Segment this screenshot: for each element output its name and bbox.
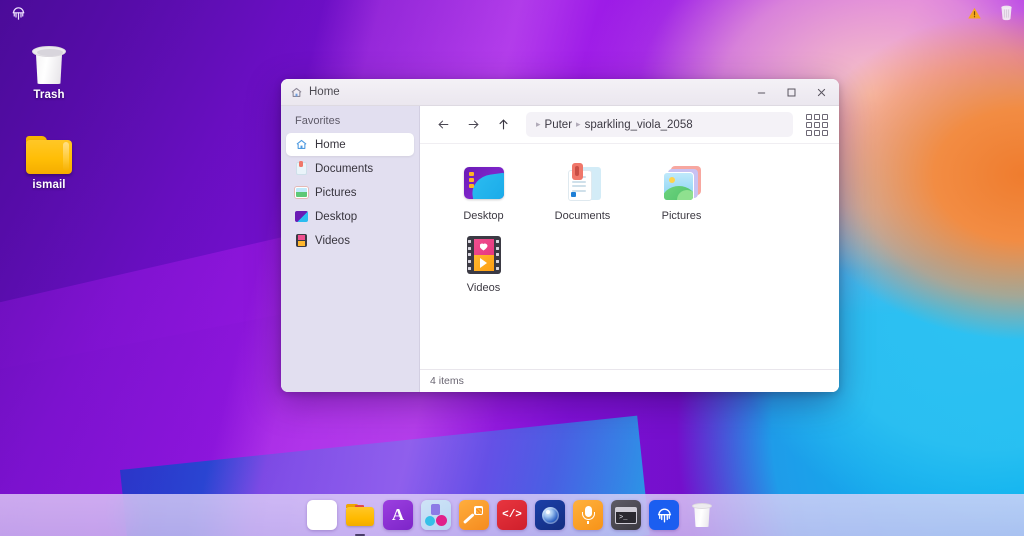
file-grid[interactable]: Desktop Documents Pictures Videos — [420, 144, 839, 369]
breadcrumb-separator: ▸ — [576, 119, 581, 129]
minimize-button[interactable] — [747, 81, 775, 103]
desktop-folder-icon — [463, 162, 505, 204]
desktop[interactable]: Trash ismail Home Favorites Home Documen… — [0, 0, 1024, 536]
close-button[interactable] — [807, 81, 835, 103]
grid-view-icon[interactable] — [803, 111, 831, 139]
breadcrumb-item-current[interactable]: sparkling_viola_2058 — [585, 119, 693, 131]
app-letter: A — [391, 505, 405, 524]
file-item-label: Pictures — [661, 210, 702, 222]
text-editor-icon: A — [383, 500, 413, 530]
folder-icon — [345, 500, 375, 530]
file-item-label: Documents — [554, 210, 611, 222]
documents-folder-icon — [562, 162, 604, 204]
maximize-button[interactable] — [777, 81, 805, 103]
taskbar-recorder-app[interactable] — [573, 500, 603, 530]
terminal-icon: >_ — [611, 500, 641, 530]
window-titlebar[interactable]: Home — [281, 79, 839, 106]
taskbar-word-editor[interactable]: A — [383, 500, 413, 530]
file-manager-window[interactable]: Home Favorites Home Documents Pictures D… — [281, 79, 839, 392]
window-title: Home — [309, 86, 340, 98]
sidebar-item-documents[interactable]: Documents — [286, 157, 414, 180]
taskbar-paint-app[interactable] — [459, 500, 489, 530]
trash-icon[interactable] — [997, 4, 1015, 22]
window-controls — [747, 81, 835, 103]
file-item-desktop[interactable]: Desktop — [434, 158, 533, 230]
home-icon — [294, 138, 308, 152]
breadcrumb[interactable]: ▸ Puter ▸ sparkling_viola_2058 — [526, 112, 793, 137]
pictures-icon — [294, 186, 308, 200]
desktop-icon-label: ismail — [32, 179, 66, 191]
sidebar-header: Favorites — [295, 115, 341, 127]
sidebar: Favorites Home Documents Pictures Deskto… — [281, 106, 420, 392]
file-item-label: Desktop — [463, 210, 504, 222]
apps-grid-icon — [307, 500, 337, 530]
sidebar-item-label: Desktop — [315, 210, 358, 223]
file-item-label: Videos — [466, 282, 501, 294]
taskbar-camera-app[interactable] — [535, 500, 565, 530]
puter-logo-icon[interactable] — [9, 4, 27, 22]
shapes-icon — [421, 500, 451, 530]
documents-icon — [294, 161, 308, 176]
up-button[interactable] — [490, 112, 516, 138]
trash-icon — [687, 500, 717, 530]
microphone-icon — [573, 500, 603, 530]
taskbar-puter-app[interactable] — [649, 500, 679, 530]
desktop-icon-trash[interactable]: Trash — [6, 36, 92, 101]
sidebar-item-label: Videos — [315, 234, 350, 247]
sidebar-item-videos[interactable]: Videos — [286, 229, 414, 252]
taskbar-file-manager[interactable] — [345, 500, 375, 536]
code-glyph: </> — [502, 509, 522, 521]
breadcrumb-item-puter[interactable]: Puter — [545, 119, 573, 131]
status-bar: 4 items — [420, 369, 839, 392]
taskbar-shapes-app[interactable] — [421, 500, 451, 530]
videos-icon — [294, 234, 308, 248]
sidebar-item-label: Documents — [315, 162, 374, 175]
desktop-icon-label: Trash — [33, 89, 65, 101]
puter-logo-icon — [649, 500, 679, 530]
folder-icon — [25, 126, 73, 174]
warning-icon[interactable] — [965, 4, 983, 22]
trash-icon — [25, 36, 73, 84]
file-item-videos[interactable]: Videos — [434, 230, 533, 302]
camera-icon — [535, 500, 565, 530]
desktop-icon-ismail[interactable]: ismail — [6, 126, 92, 191]
breadcrumb-separator: ▸ — [536, 119, 541, 129]
back-button[interactable] — [430, 112, 456, 138]
pictures-folder-icon — [661, 162, 703, 204]
taskbar: A </> >_ — [0, 494, 1024, 536]
videos-folder-icon — [463, 234, 505, 276]
taskbar-trash[interactable] — [687, 500, 717, 530]
taskbar-code-editor[interactable]: </> — [497, 500, 527, 530]
sidebar-item-label: Home — [315, 138, 346, 151]
taskbar-app-launcher[interactable] — [307, 500, 337, 530]
toolbar: ▸ Puter ▸ sparkling_viola_2058 — [420, 106, 839, 144]
file-item-documents[interactable]: Documents — [533, 158, 632, 230]
sidebar-item-desktop[interactable]: Desktop — [286, 205, 414, 228]
sidebar-item-label: Pictures — [315, 186, 357, 199]
sidebar-item-pictures[interactable]: Pictures — [286, 181, 414, 204]
desktop-icon — [294, 210, 308, 224]
home-icon — [290, 86, 303, 99]
forward-button[interactable] — [460, 112, 486, 138]
taskbar-terminal-app[interactable]: >_ — [611, 500, 641, 530]
code-icon: </> — [497, 500, 527, 530]
sidebar-item-home[interactable]: Home — [286, 133, 414, 156]
paint-brush-icon — [459, 500, 489, 530]
main-pane: ▸ Puter ▸ sparkling_viola_2058 Desktop D… — [420, 106, 839, 392]
menubar — [0, 0, 1024, 26]
file-item-pictures[interactable]: Pictures — [632, 158, 731, 230]
